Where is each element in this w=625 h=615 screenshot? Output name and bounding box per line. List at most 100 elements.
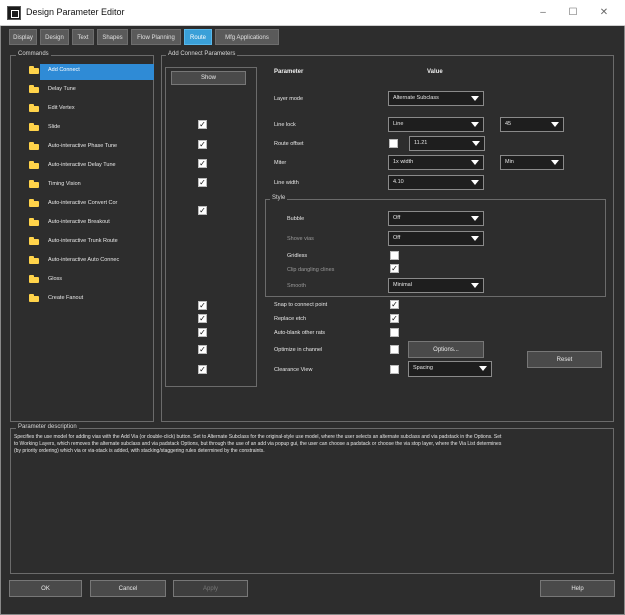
command-list: Add Connect Delay Tune Edit Vertex Slide…	[12, 60, 154, 416]
command-item-auto-convert[interactable]: Auto-interactive Convert Cor	[12, 196, 142, 212]
cancel-button[interactable]: Cancel	[90, 580, 166, 597]
auto-blank-label: Auto-blank other rats	[274, 330, 326, 336]
command-item-add-connect[interactable]: Add Connect	[12, 63, 154, 80]
folder-icon	[29, 123, 39, 131]
style-group-label: Style	[270, 195, 288, 201]
show-checkbox-snap[interactable]: ✓	[198, 301, 207, 310]
clearance-view-dropdown[interactable]: Spacing	[408, 361, 492, 377]
line-lock-angle-dropdown[interactable]: 45	[500, 117, 564, 132]
maximize-icon[interactable]: ☐	[565, 6, 581, 20]
shove-vias-dropdown[interactable]: Off	[388, 231, 484, 246]
miter-dropdown[interactable]: 1x width	[388, 155, 484, 170]
folder-icon	[29, 256, 39, 264]
chevron-down-icon	[471, 283, 479, 288]
chevron-down-icon	[471, 216, 479, 221]
tab-route[interactable]: Route	[184, 29, 212, 45]
value-column-header: Value	[427, 69, 443, 75]
command-item-slide[interactable]: Slide	[12, 120, 142, 136]
show-checkbox-style[interactable]: ✓	[198, 206, 207, 215]
snap-checkbox[interactable]: ✓	[390, 300, 399, 309]
parameter-column-header: Parameter	[274, 69, 304, 75]
line-width-dropdown[interactable]: 4.10	[388, 175, 484, 190]
bubble-dropdown[interactable]: Off	[388, 211, 484, 226]
command-item-edit-vertex[interactable]: Edit Vertex	[12, 101, 142, 117]
line-width-label: Line width	[274, 180, 299, 186]
chevron-down-icon	[471, 160, 479, 165]
chevron-down-icon	[551, 160, 559, 165]
show-header-button[interactable]: Show	[171, 71, 246, 85]
auto-blank-checkbox[interactable]	[390, 328, 399, 337]
chevron-down-icon	[472, 141, 480, 146]
route-offset-label: Route offset	[274, 141, 304, 147]
miter-label: Miter	[274, 160, 287, 166]
apply-button[interactable]: Apply	[173, 580, 248, 597]
show-checkbox-route-offset[interactable]: ✓	[198, 140, 207, 149]
clearance-view-checkbox[interactable]	[390, 365, 399, 374]
command-item-auto-breakout[interactable]: Auto-interactive Breakout	[12, 215, 142, 231]
folder-icon	[29, 237, 39, 245]
folder-icon	[29, 218, 39, 226]
route-offset-dropdown[interactable]: 11.21	[409, 136, 485, 151]
clearance-view-label: Clearance View	[274, 367, 313, 373]
line-lock-label: Line lock	[274, 122, 296, 128]
clip-dangling-checkbox[interactable]: ✓	[390, 264, 399, 273]
folder-icon	[29, 199, 39, 207]
options-button[interactable]: Options...	[408, 341, 484, 358]
command-item-auto-connect[interactable]: Auto-interactive Auto Connec	[12, 253, 142, 269]
replace-etch-label: Replace etch	[274, 316, 307, 322]
show-checkbox-miter[interactable]: ✓	[198, 159, 207, 168]
gridless-checkbox[interactable]	[390, 251, 399, 260]
command-item-create-fanout[interactable]: Create Fanout	[12, 291, 142, 307]
layer-mode-dropdown[interactable]: Alternate Subclass	[388, 91, 484, 106]
chevron-down-icon	[471, 180, 479, 185]
chevron-down-icon	[479, 366, 487, 371]
folder-icon	[29, 66, 39, 74]
tab-text[interactable]: Text	[72, 29, 94, 45]
chevron-down-icon	[471, 96, 479, 101]
tab-mfg-applications[interactable]: Mfg Applications	[215, 29, 279, 45]
ok-button[interactable]: OK	[9, 580, 82, 597]
folder-icon	[29, 161, 39, 169]
miter-min-dropdown[interactable]: Min	[500, 155, 564, 170]
tab-display[interactable]: Display	[9, 29, 37, 45]
add-connect-parameters-label: Add Connect Parameters	[166, 51, 238, 57]
clip-dangling-label: Clip dangling clines	[287, 267, 335, 273]
smooth-dropdown[interactable]: Minimal	[388, 278, 484, 293]
command-item-auto-phase-tune[interactable]: Auto-interactive Phase Tune	[12, 139, 142, 155]
reset-button[interactable]: Reset	[527, 351, 602, 368]
show-checkbox-auto-blank[interactable]: ✓	[198, 328, 207, 337]
show-checkbox-optimize[interactable]: ✓	[198, 345, 207, 354]
command-item-auto-delay-tune[interactable]: Auto-interactive Delay Tune	[12, 158, 142, 174]
replace-etch-checkbox[interactable]: ✓	[390, 314, 399, 323]
command-item-auto-trunk-route[interactable]: Auto-interactive Trunk Route	[12, 234, 142, 250]
show-checkbox-line-lock[interactable]: ✓	[198, 120, 207, 129]
show-checkbox-replace-etch[interactable]: ✓	[198, 314, 207, 323]
tab-design[interactable]: Design	[40, 29, 69, 45]
folder-icon	[29, 275, 39, 283]
show-column	[165, 67, 257, 387]
chevron-down-icon	[551, 122, 559, 127]
show-checkbox-clearance[interactable]: ✓	[198, 365, 207, 374]
folder-icon	[29, 294, 39, 302]
tab-flow-planning[interactable]: Flow Planning	[131, 29, 181, 45]
folder-icon	[29, 85, 39, 93]
optimize-checkbox[interactable]	[390, 345, 399, 354]
tab-shapes[interactable]: Shapes	[97, 29, 128, 45]
route-offset-checkbox[interactable]	[389, 139, 398, 148]
shove-vias-label: Shove vias	[287, 236, 314, 242]
snap-label: Snap to connect point	[274, 302, 328, 308]
gridless-label: Gridless	[287, 253, 308, 259]
window-title: Design Parameter Editor	[26, 7, 125, 17]
command-item-gloss[interactable]: Gloss	[12, 272, 142, 288]
commands-group-label: Commands	[16, 51, 51, 57]
help-button[interactable]: Help	[540, 580, 615, 597]
close-icon[interactable]: ✕	[596, 6, 612, 20]
show-checkbox-line-width[interactable]: ✓	[198, 178, 207, 187]
parameter-description-text: Specifies the use model for adding vias …	[14, 434, 502, 454]
command-item-delay-tune[interactable]: Delay Tune	[12, 82, 142, 98]
minimize-icon[interactable]: –	[535, 6, 551, 20]
command-item-timing-vision[interactable]: Timing Vision	[12, 177, 142, 193]
smooth-label: Smooth	[287, 283, 306, 289]
folder-icon	[29, 180, 39, 188]
line-lock-dropdown[interactable]: Line	[388, 117, 484, 132]
